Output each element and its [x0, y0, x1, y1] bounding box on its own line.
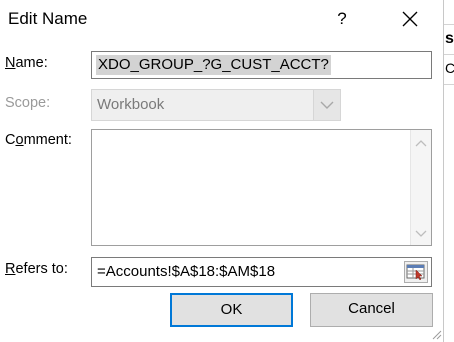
name-label: Name: — [5, 55, 48, 71]
chevron-down-icon — [320, 101, 334, 109]
scope-label: Scope: — [5, 95, 51, 111]
name-input[interactable]: XDO_GROUP_?G_CUST_ACCT? — [91, 51, 432, 79]
ok-button[interactable]: OK — [170, 293, 293, 327]
sheet-gridline — [443, 54, 454, 55]
close-icon — [402, 11, 418, 27]
comment-textarea[interactable] — [91, 129, 432, 246]
dialog-title: Edit Name — [8, 9, 88, 28]
comment-label: Comment: — [5, 132, 72, 148]
collapse-dialog-button[interactable] — [404, 261, 428, 283]
resize-grip-icon[interactable] — [430, 328, 442, 340]
name-input-value: XDO_GROUP_?G_CUST_ACCT? — [96, 55, 331, 75]
sheet-cell: CH — [445, 60, 454, 76]
scope-value: Workbook — [97, 96, 165, 113]
sheet-cell: st — [445, 30, 454, 47]
scope-dropdown-button — [313, 90, 340, 120]
close-button[interactable] — [397, 6, 423, 32]
edit-name-dialog: Edit Name ? Name: XDO_GROUP_?G_CUST_ACCT… — [0, 0, 444, 342]
background-spreadsheet: st CH — [443, 0, 454, 342]
refers-to-value: =Accounts!$A$18:$AM$18 — [97, 263, 276, 280]
scope-select: Workbook — [91, 89, 341, 121]
cancel-button[interactable]: Cancel — [310, 293, 433, 327]
sheet-gridline — [443, 84, 454, 85]
sheet-gridline — [443, 24, 454, 25]
help-button[interactable]: ? — [332, 6, 352, 32]
range-select-icon — [406, 264, 425, 281]
scroll-up-icon[interactable] — [411, 134, 431, 154]
scroll-down-icon[interactable] — [411, 223, 431, 243]
refers-to-input[interactable]: =Accounts!$A$18:$AM$18 — [91, 257, 432, 287]
refers-to-label: Refers to: — [5, 261, 68, 277]
comment-scrollbar[interactable] — [410, 130, 431, 245]
